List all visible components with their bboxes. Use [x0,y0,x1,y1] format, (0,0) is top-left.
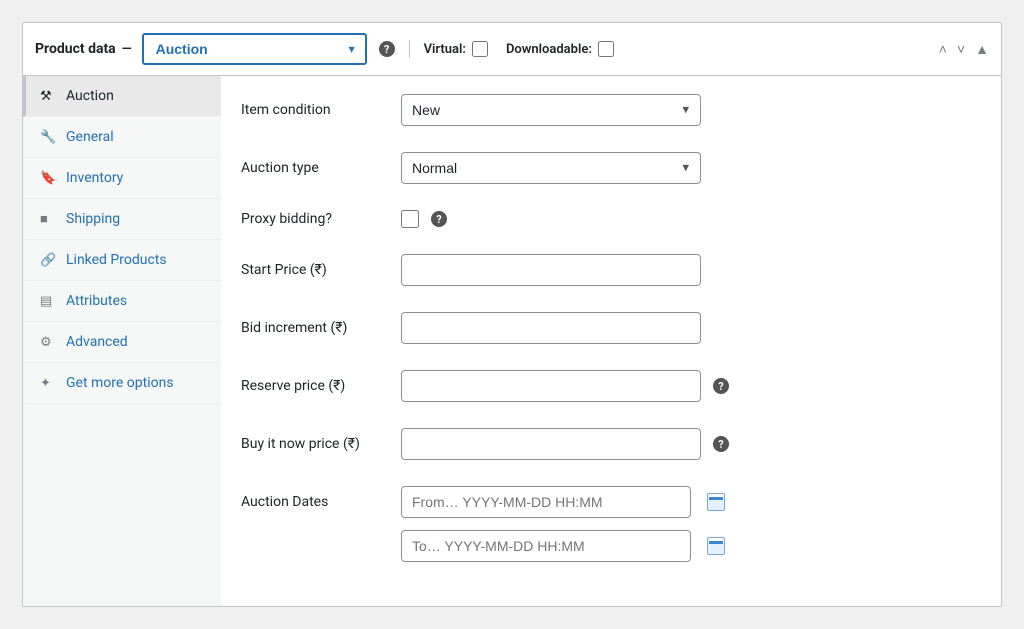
downloadable-toggle[interactable]: Downloadable: [506,41,614,57]
virtual-checkbox[interactable] [472,41,488,57]
row-bid-increment: Bid increment (₹) [241,312,981,344]
tab-get-more-options[interactable]: ✦ Get more options [23,363,221,404]
row-item-condition: Item condition New [241,94,981,126]
tab-attributes[interactable]: ▤ Attributes [23,281,221,322]
tab-label: Get more options [66,375,174,391]
separator [409,40,410,58]
row-proxy-bidding: Proxy bidding? ? [241,210,981,228]
item-condition-label: Item condition [241,102,401,118]
panel-handle-actions: ˄ ˅ ▲ [939,41,989,58]
row-start-price: Start Price (₹) [241,254,981,286]
auction-form: Item condition New Auction type Normal [221,76,1001,606]
tab-label: Attributes [66,293,127,309]
auction-type-select[interactable]: Normal [401,152,701,184]
tag-icon: 🔖 [40,171,56,186]
panel-header: Product data — Auction ? Virtual: Downlo… [23,23,1001,76]
tab-shipping[interactable]: ■ Shipping [23,199,221,240]
virtual-toggle[interactable]: Virtual: [424,41,488,57]
proxy-bidding-checkbox[interactable] [401,210,419,228]
auction-date-to-input[interactable] [401,530,691,562]
link-icon: 🔗 [40,253,56,268]
wrench-icon: 🔧 [40,130,56,145]
sparkle-icon: ✦ [40,376,56,391]
tab-linked-products[interactable]: 🔗 Linked Products [23,240,221,281]
tab-label: General [66,129,114,145]
panel-body: ⚒ Auction 🔧 General 🔖 Inventory ■ Shipping 🔗 Link… [23,76,1001,606]
tab-label: Auction [66,88,114,104]
tab-label: Shipping [66,211,120,227]
start-price-label: Start Price (₹) [241,262,401,278]
downloadable-label: Downloadable: [506,42,592,57]
tab-inventory[interactable]: 🔖 Inventory [23,158,221,199]
product-data-panel: Product data — Auction ? Virtual: Downlo… [22,22,1002,607]
help-icon[interactable]: ? [379,41,395,57]
title-dash: — [122,42,132,57]
list-icon: ▤ [40,294,56,309]
triangle-up-icon[interactable]: ▲ [975,41,989,58]
gavel-icon: ⚒ [40,89,56,104]
row-auction-type: Auction type Normal [241,152,981,184]
product-type-select[interactable]: Auction [142,33,367,65]
buy-now-price-label: Buy it now price (₹) [241,436,401,452]
calendar-icon[interactable] [707,537,725,555]
tab-label: Advanced [66,334,128,350]
product-data-tabs: ⚒ Auction 🔧 General 🔖 Inventory ■ Shipping 🔗 Link… [23,76,221,606]
buy-now-price-input[interactable] [401,428,701,460]
virtual-label: Virtual: [424,42,466,57]
downloadable-checkbox[interactable] [598,41,614,57]
bid-increment-label: Bid increment (₹) [241,320,401,336]
tab-label: Linked Products [66,252,167,268]
reserve-price-label: Reserve price (₹) [241,378,401,394]
tab-label: Inventory [66,170,123,186]
truck-icon: ■ [40,211,56,227]
auction-dates-label: Auction Dates [241,486,401,510]
auction-type-label: Auction type [241,160,401,176]
chevron-down-icon[interactable]: ˅ [957,41,965,58]
item-condition-select[interactable]: New [401,94,701,126]
reserve-price-input[interactable] [401,370,701,402]
bid-increment-input[interactable] [401,312,701,344]
help-icon[interactable]: ? [713,436,729,452]
auction-date-from-input[interactable] [401,486,691,518]
tab-auction[interactable]: ⚒ Auction [23,76,221,117]
gear-icon: ⚙ [40,335,56,350]
row-reserve-price: Reserve price (₹) ? [241,370,981,402]
row-buy-now-price: Buy it now price (₹) ? [241,428,981,460]
proxy-bidding-label: Proxy bidding? [241,211,401,227]
start-price-input[interactable] [401,254,701,286]
calendar-icon[interactable] [707,493,725,511]
help-icon[interactable]: ? [431,211,447,227]
panel-title: Product data [35,41,116,57]
tab-advanced[interactable]: ⚙ Advanced [23,322,221,363]
tab-general[interactable]: 🔧 General [23,117,221,158]
chevron-up-icon[interactable]: ˄ [939,41,947,58]
row-auction-dates: Auction Dates [241,486,981,562]
help-icon[interactable]: ? [713,378,729,394]
